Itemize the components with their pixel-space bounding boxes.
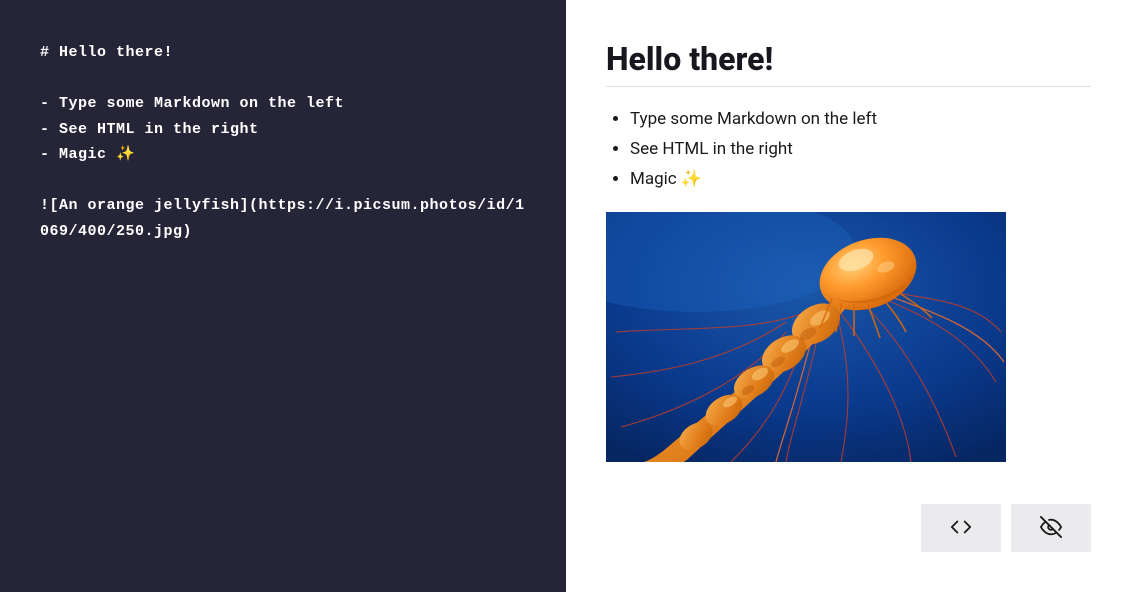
visibility-toggle-button[interactable] [1011, 504, 1091, 552]
preview-list: Type some Markdown on the left See HTML … [606, 105, 1091, 194]
list-item: See HTML in the right [630, 135, 1091, 165]
code-toggle-button[interactable] [921, 504, 1001, 552]
list-item: Magic ✨ [630, 165, 1091, 195]
markdown-editor[interactable]: # Hello there! - Type some Markdown on t… [40, 40, 526, 244]
preview-heading: Hello there! [606, 40, 1091, 87]
toolbar [921, 504, 1091, 552]
editor-pane: # Hello there! - Type some Markdown on t… [0, 0, 566, 592]
eye-off-icon [1040, 516, 1062, 541]
list-item: Type some Markdown on the left [630, 105, 1091, 135]
preview-image [606, 212, 1006, 462]
code-icon [950, 516, 972, 541]
